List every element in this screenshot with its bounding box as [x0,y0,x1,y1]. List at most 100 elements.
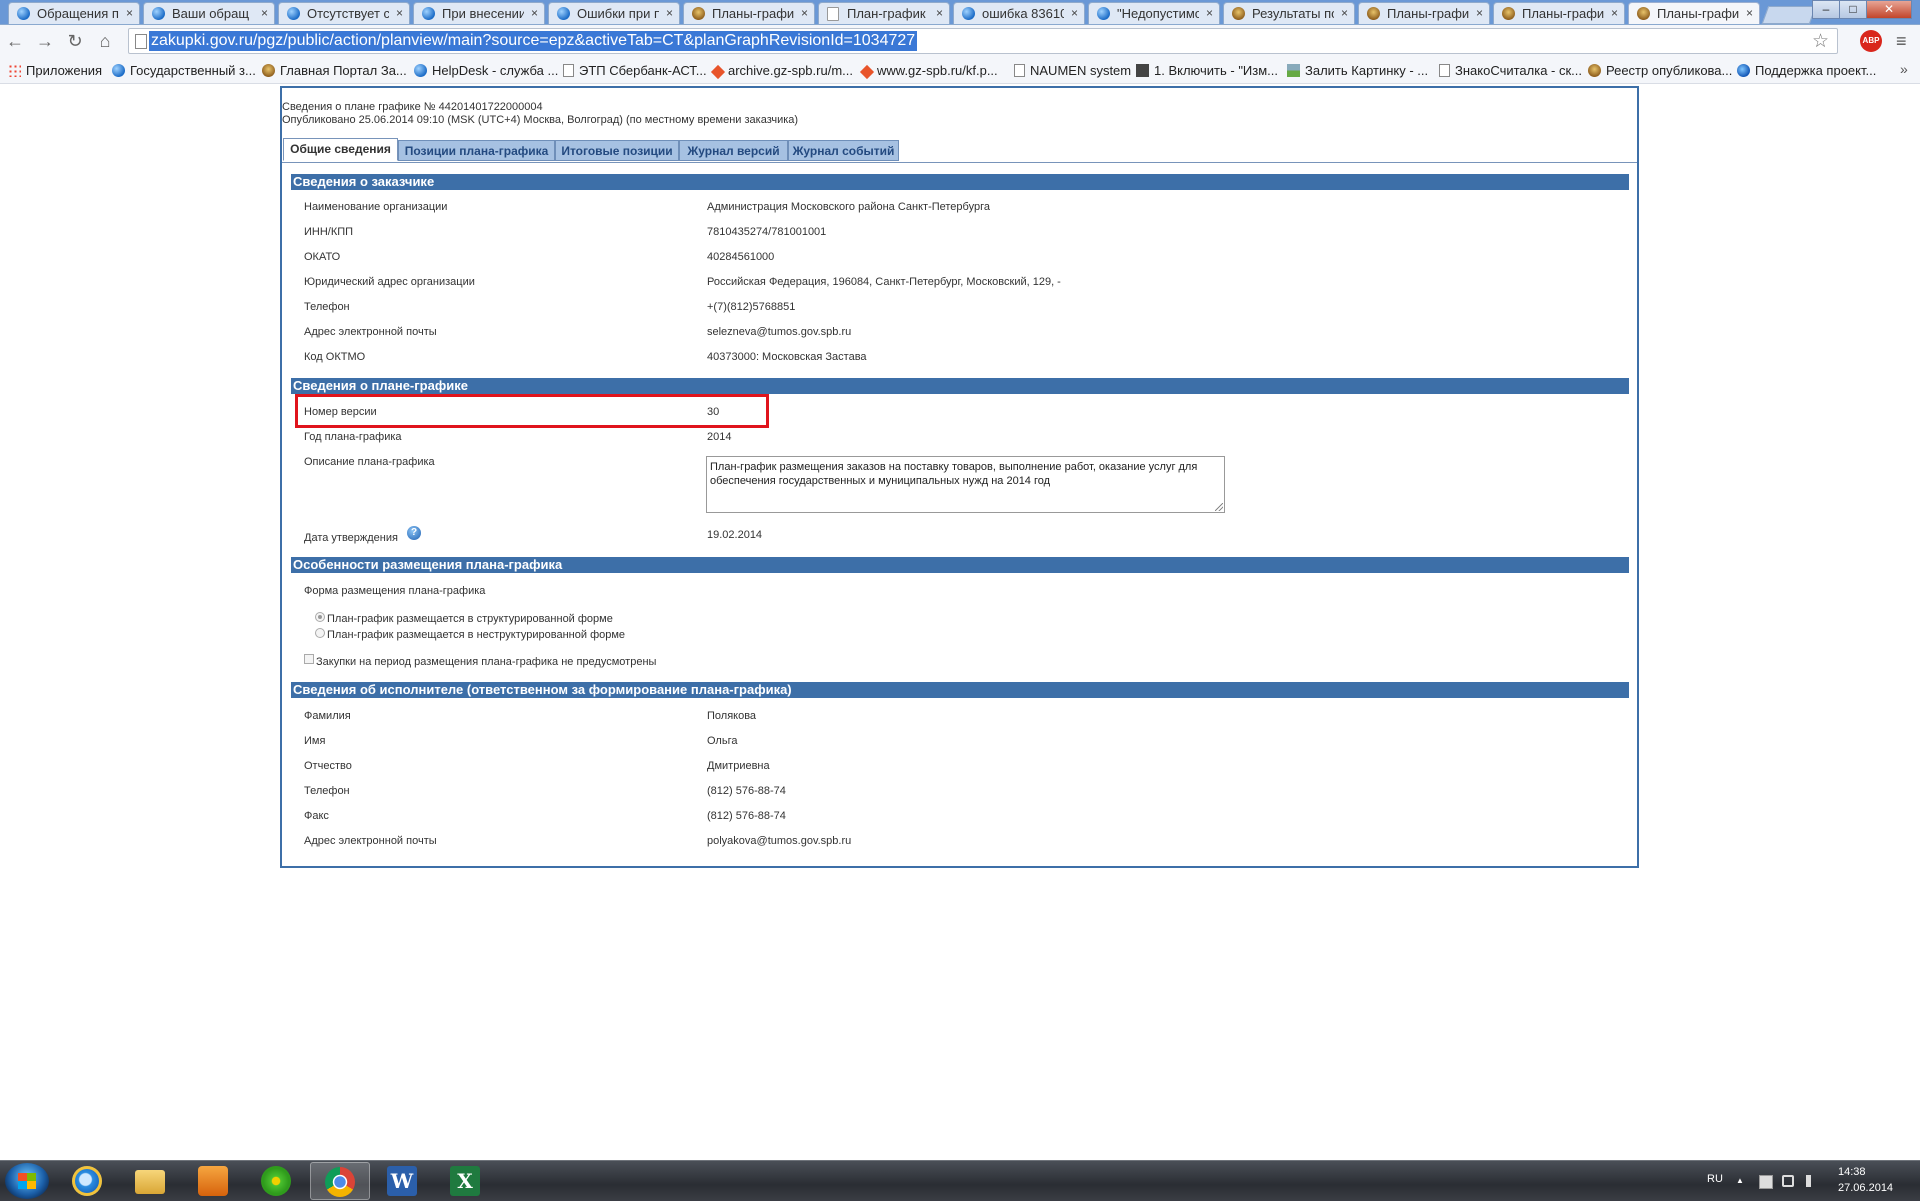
field-label: Имя [304,735,326,747]
help-icon[interactable]: ? [407,526,421,540]
taskbar-media-player[interactable] [184,1162,244,1200]
version-value: 30 [707,406,720,418]
browser-tab[interactable]: Планы-графи × [1493,2,1625,24]
bookmark-label: ЗнакоСчиталка - ск... [1455,63,1583,78]
browser-tab[interactable]: ошибка 83610 × [953,2,1085,24]
browser-tab-label: Планы-графи [712,6,794,21]
address-bar[interactable]: zakupki.gov.ru/pgz/public/action/planvie… [128,28,1838,54]
taskbar-icq[interactable] [247,1162,307,1200]
tab-close-icon[interactable]: × [1746,6,1753,20]
resize-grip-icon[interactable] [1215,503,1223,511]
tab-close-icon[interactable]: × [936,6,943,20]
taskbar-word[interactable]: W [373,1162,433,1200]
bookmark-item[interactable]: www.gz-spb.ru/kf.p... [859,63,998,80]
browser-tab[interactable]: Планы-графи × [1358,2,1490,24]
new-tab-button[interactable] [1761,6,1817,24]
bookmark-star-icon[interactable]: ☆ [1812,30,1829,53]
tab-close-icon[interactable]: × [1476,6,1483,20]
adblock-icon[interactable]: ABP [1860,30,1882,52]
bookmark-item[interactable]: Приложения [8,63,102,78]
tab-close-icon[interactable]: × [396,6,403,20]
plan-schedule-page: Сведения о плане графике № 4420140172200… [280,86,1639,868]
browser-tab-label: План-график [847,6,926,21]
tab-version-log[interactable]: Журнал версий [679,140,788,161]
tab-close-icon[interactable]: × [1341,6,1348,20]
bookmark-item[interactable]: Поддержка проект... [1737,63,1876,78]
browser-tab[interactable]: Планы-графи × [683,2,815,24]
clock-date[interactable]: 27.06.2014 [1838,1182,1893,1194]
doc-icon [563,64,574,77]
network-icon[interactable] [1782,1175,1794,1187]
field-label: ИНН/КПП [304,226,354,238]
tab-close-icon[interactable]: × [801,6,808,20]
tab-plan-positions[interactable]: Позиции плана-графика [398,140,555,161]
bookmarks-overflow-icon[interactable]: » [1900,61,1908,77]
tab-close-icon[interactable]: × [531,6,538,20]
bookmark-item[interactable]: NAUMEN system [1014,63,1131,78]
reload-button[interactable]: ↻ [64,30,86,52]
bookmark-item[interactable]: Государственный з... [112,63,256,78]
minimize-button[interactable]: – [1812,0,1840,19]
bookmark-item[interactable]: 1. Включить - "Изм... [1136,63,1278,78]
doc-icon [1439,64,1450,77]
bookmark-item[interactable]: ЗнакоСчиталка - ск... [1439,63,1582,78]
field-label: Код ОКТМО [304,351,366,363]
browser-tab[interactable]: Ошибки при п × [548,2,680,24]
structured-form-radio[interactable] [315,612,325,622]
start-button[interactable] [5,1163,49,1199]
tab-total-positions[interactable]: Итоговые позиции [555,140,679,161]
tab-event-log[interactable]: Журнал событий [788,140,899,161]
clock-time[interactable]: 14:38 [1838,1166,1866,1178]
taskbar-ie[interactable] [58,1162,118,1200]
taskbar-explorer[interactable] [121,1162,181,1200]
back-button[interactable]: ← [4,30,26,52]
close-window-button[interactable]: ✕ [1866,0,1912,19]
language-indicator[interactable]: RU [1707,1173,1723,1185]
tab-close-icon[interactable]: × [261,6,268,20]
globe-favicon-icon [422,7,435,20]
field-value: 40284561000 [707,251,775,263]
browser-tab[interactable]: "Недопустимо × [1088,2,1220,24]
volume-icon[interactable] [1806,1175,1818,1187]
show-hidden-icons[interactable]: ▲ [1736,1176,1744,1185]
browser-tab[interactable]: План-график × [818,2,950,24]
browser-tab[interactable]: Результаты по × [1223,2,1355,24]
bookmark-label: Залить Картинку - ... [1305,63,1429,78]
taskbar-excel[interactable]: X [436,1162,496,1200]
tab-close-icon[interactable]: × [666,6,673,20]
browser-tab[interactable]: Планы-графи × [1628,2,1760,24]
unstructured-form-radio[interactable] [315,628,325,638]
bookmark-item[interactable]: HelpDesk - служба ... [414,63,558,78]
home-button[interactable]: ⌂ [94,30,116,52]
tab-close-icon[interactable]: × [126,6,133,20]
approval-date-label: Дата утверждения [304,532,398,544]
bookmark-item[interactable]: ЭТП Сбербанк-АСТ... [563,63,707,78]
no-purchases-checkbox[interactable] [304,654,314,664]
tab-close-icon[interactable]: × [1206,6,1213,20]
bookmark-item[interactable]: Реестр опубликова... [1588,63,1732,78]
bookmark-label: 1. Включить - "Изм... [1154,63,1279,78]
description-textarea[interactable]: План-график размещения заказов на постав… [706,456,1225,513]
tab-close-icon[interactable]: × [1611,6,1618,20]
field-value: Ольга [707,735,738,747]
field-label: Адрес электронной почты [304,326,437,338]
tab-general[interactable]: Общие сведения [283,138,398,161]
bookmark-item[interactable]: Залить Картинку - ... [1287,63,1428,78]
browser-tab[interactable]: Ваши обращ × [143,2,275,24]
browser-tab[interactable]: Отсутствует св × [278,2,410,24]
bookmark-item[interactable]: Главная Портал За... [262,63,407,78]
field-value: Полякова [707,710,757,722]
bookmark-item[interactable]: archive.gz-spb.ru/m... [710,63,853,80]
maximize-button[interactable]: □ [1839,0,1867,19]
browser-tab[interactable]: Обращения п × [8,2,140,24]
browser-tab-label: Планы-графи [1387,6,1469,21]
forward-button[interactable]: → [34,30,56,52]
word-icon: W [387,1166,417,1196]
browser-menu-icon[interactable]: ≡ [1896,31,1907,52]
placement-section-header: Особенности размещения плана-графика [291,557,1629,573]
tray-flag-icon[interactable] [1759,1175,1773,1189]
url-text[interactable]: zakupki.gov.ru/pgz/public/action/planvie… [149,31,918,51]
taskbar-chrome[interactable] [310,1162,370,1200]
browser-tab[interactable]: При внесении × [413,2,545,24]
tab-close-icon[interactable]: × [1071,6,1078,20]
